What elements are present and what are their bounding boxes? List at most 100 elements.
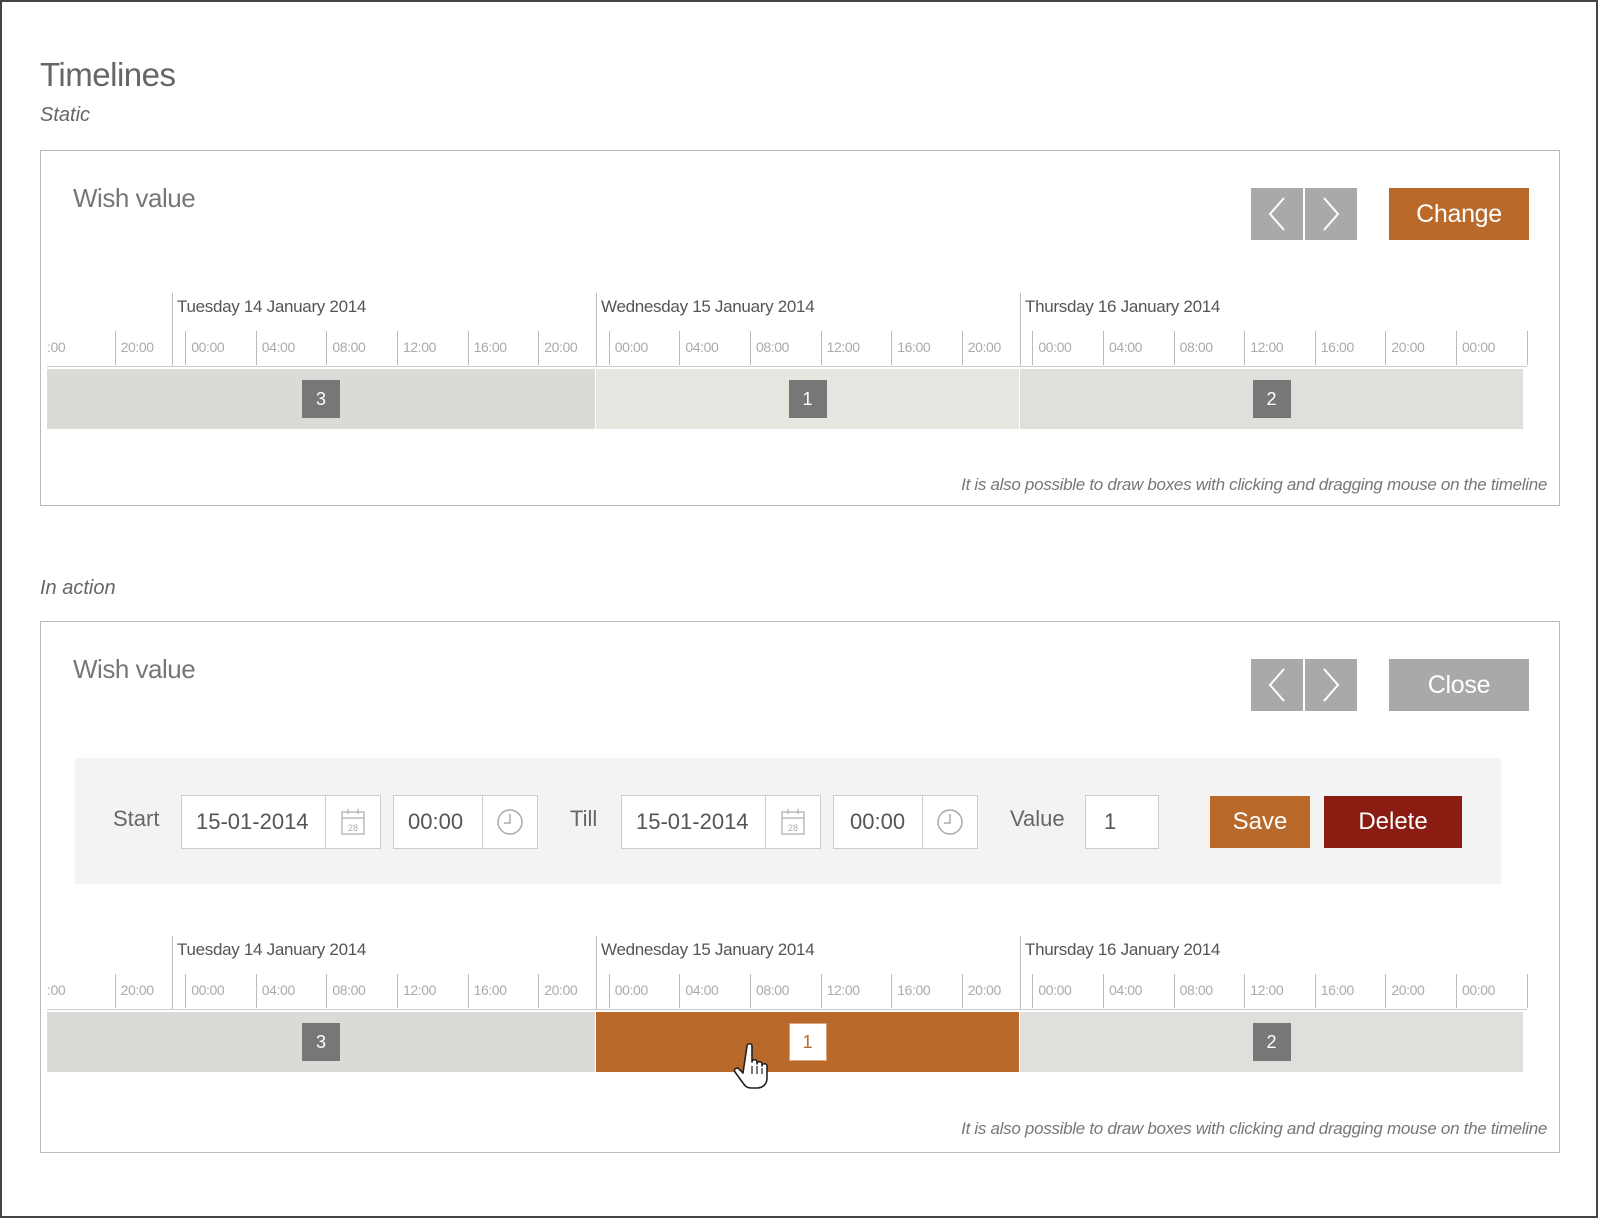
chevron-right-icon (1323, 668, 1340, 702)
next-button[interactable] (1305, 188, 1357, 240)
timeline-segment[interactable]: 2 (1020, 369, 1523, 429)
hour-tick (1526, 974, 1528, 1008)
segment-value-badge[interactable]: 2 (1252, 380, 1291, 418)
hour-label: 00:00 (614, 982, 648, 998)
segment-value-badge[interactable]: 1 (788, 380, 827, 418)
hour-tick (1244, 974, 1246, 1008)
hour-tick (961, 331, 963, 365)
hour-tick (326, 974, 328, 1008)
hand-pointer-icon (733, 1042, 768, 1089)
save-button[interactable]: Save (1210, 796, 1310, 848)
hour-tick (1103, 974, 1104, 1008)
hour-tick (185, 331, 187, 365)
start-time-input[interactable]: 00:00 (394, 796, 482, 848)
till-time-field[interactable]: 00:00 (833, 795, 978, 849)
hour-label: 20:00 (1391, 982, 1425, 998)
hour-label: 20:00 (120, 982, 154, 998)
hour-tick (538, 974, 540, 1008)
chevron-right-icon (1323, 197, 1340, 231)
hour-tick (255, 331, 257, 365)
day-label: Tuesday 14 January 2014 (177, 940, 367, 959)
delete-button[interactable]: Delete (1324, 796, 1462, 848)
hour-label: 12:00 (403, 339, 437, 355)
segment-value-badge[interactable]: 3 (302, 1023, 340, 1061)
hour-label: 20:00 (120, 339, 154, 355)
calendar-button[interactable]: 28 (325, 796, 380, 848)
start-time-field[interactable]: 00:00 (393, 795, 538, 849)
hour-tick (679, 331, 681, 365)
hour-tick (1314, 974, 1316, 1008)
hour-tick (467, 974, 469, 1008)
start-date-input[interactable]: 15-01-2014 (182, 796, 325, 848)
hour-tick (397, 974, 398, 1008)
clock-icon (497, 809, 523, 835)
start-label: Start (113, 806, 160, 831)
segment-value-badge[interactable]: 2 (1252, 1023, 1291, 1061)
timeline-segment[interactable]: 1 (596, 369, 1019, 429)
next-button[interactable] (1305, 659, 1357, 711)
hour-tick (891, 974, 893, 1008)
timeline-panel-action: Wish value Close Start 15-01-2014 28 00:… (40, 621, 1560, 1153)
hour-tick (820, 331, 822, 365)
timeline-hint: It is also possible to draw boxes with c… (961, 475, 1547, 494)
prev-button[interactable] (1251, 188, 1303, 240)
hour-label: :00 (47, 982, 66, 998)
hour-tick (1032, 331, 1034, 365)
till-time-input[interactable]: 00:00 (834, 796, 922, 848)
hour-label: 04:00 (261, 982, 295, 998)
till-date-field[interactable]: 15-01-2014 28 (621, 795, 821, 849)
section-label-action: In action (40, 577, 116, 599)
timeline[interactable]: Tuesday 14 January 2014 Wednesday 15 Janu… (47, 293, 1553, 433)
timeline-segment[interactable]: 3 (47, 1012, 595, 1072)
till-label: Till (570, 806, 598, 831)
hour-tick (467, 331, 469, 365)
timeline[interactable]: Tuesday 14 January 2014 Wednesday 15 Janu… (47, 936, 1553, 1076)
calendar-button[interactable]: 28 (765, 796, 820, 848)
segment-value-badge[interactable]: 1 (788, 1023, 827, 1061)
calendar-icon-day: 28 (348, 823, 358, 833)
timeline-segment[interactable]: 1 (596, 1012, 1019, 1072)
hour-tick (1526, 331, 1528, 365)
hour-label: 20:00 (967, 339, 1001, 355)
timeline-segment[interactable]: 2 (1020, 1012, 1523, 1072)
segment-value-badge[interactable]: 3 (302, 380, 340, 418)
close-button[interactable]: Close (1389, 659, 1529, 711)
time-picker-button[interactable] (922, 796, 977, 848)
start-date-field[interactable]: 15-01-2014 28 (181, 795, 381, 849)
day-label: Wednesday 15 January 2014 (601, 297, 815, 316)
day-label: Wednesday 15 January 2014 (601, 940, 815, 959)
hour-tick (255, 974, 257, 1008)
hour-tick (750, 974, 751, 1008)
hour-tick (961, 974, 963, 1008)
value-field[interactable]: 1 (1085, 795, 1159, 849)
hour-tick (679, 974, 681, 1008)
page-title: Timelines (40, 56, 176, 93)
hour-tick (114, 331, 116, 365)
timeline-hint: It is also possible to draw boxes with c… (961, 1119, 1547, 1138)
change-button[interactable]: Change (1389, 188, 1529, 240)
hour-label: 04:00 (685, 982, 719, 998)
day-separator (596, 293, 597, 367)
hour-label: 16:00 (897, 339, 931, 355)
value-input[interactable]: 1 (1086, 796, 1158, 848)
time-picker-button[interactable] (482, 796, 537, 848)
panel-title: Wish value (73, 654, 196, 684)
hour-label: 00:00 (191, 982, 225, 998)
timeline-segment[interactable]: 3 (47, 369, 595, 429)
till-date-input[interactable]: 15-01-2014 (622, 796, 765, 848)
day-separator (1020, 293, 1021, 367)
chevron-left-icon (1268, 668, 1285, 702)
hour-tick (326, 331, 328, 365)
calendar-icon: 28 (781, 809, 805, 835)
hour-label: 08:00 (332, 339, 366, 355)
prev-button[interactable] (1251, 659, 1303, 711)
hour-tick (608, 974, 610, 1008)
hour-label: 08:00 (1179, 982, 1213, 998)
hour-tick (1456, 331, 1457, 365)
chevron-left-icon (1268, 197, 1285, 231)
hour-label: 04:00 (685, 339, 719, 355)
hour-label: 00:00 (191, 339, 225, 355)
hour-tick (1103, 331, 1104, 365)
timeline-nav (1251, 188, 1357, 240)
hour-tick (538, 331, 540, 365)
